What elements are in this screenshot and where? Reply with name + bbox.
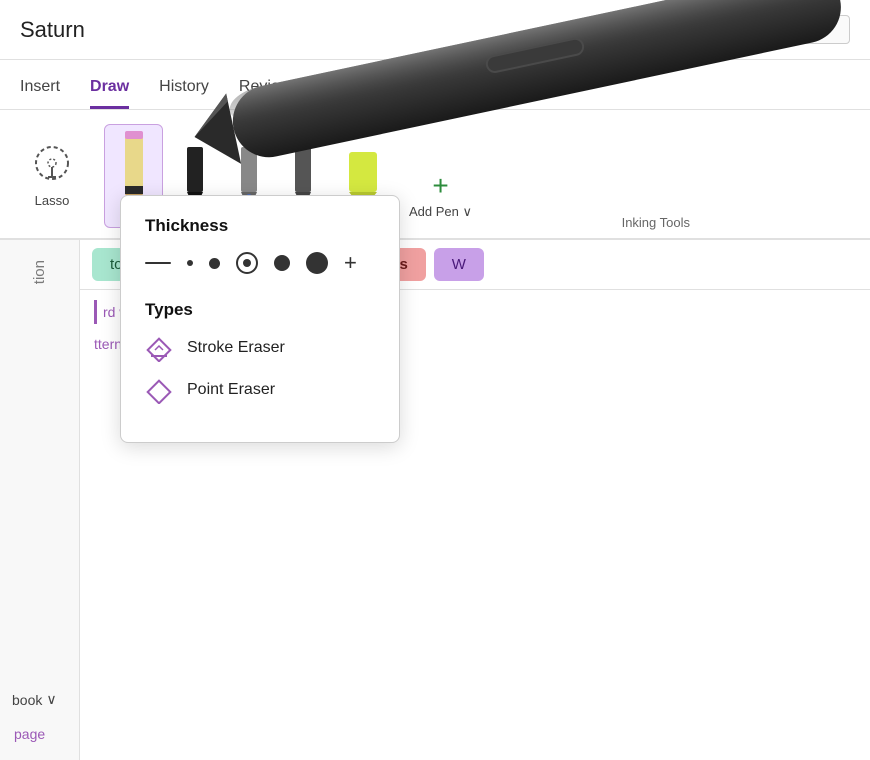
app-title: Saturn	[20, 17, 670, 43]
section-tab-w[interactable]: W	[434, 248, 484, 281]
add-pen-label: Add Pen ∨	[409, 204, 472, 220]
menu-review[interactable]: Review	[239, 78, 291, 109]
thickness-custom-button[interactable]: +	[344, 250, 357, 276]
stroke-eraser-option[interactable]: Stroke Eraser	[145, 334, 375, 362]
point-eraser-icon	[145, 376, 173, 404]
page-label[interactable]: page	[0, 718, 79, 750]
thickness-option-sm[interactable]	[187, 260, 193, 266]
inking-tools-label: Inking Tools	[622, 215, 690, 230]
sidebar-section-tion: tion	[31, 260, 48, 284]
search-label: Search	[708, 22, 752, 38]
menu-insert[interactable]: Insert	[20, 78, 60, 109]
sidebar: tion book ∨ page	[0, 240, 80, 760]
thickness-option-xl[interactable]	[306, 252, 328, 274]
menu-bar: Insert Draw History Review View Help	[0, 60, 870, 110]
thickness-section-title: Thickness	[145, 216, 375, 236]
thickness-row: +	[145, 250, 375, 276]
lasso-label: Lasso	[35, 193, 70, 208]
thickness-option-md[interactable]	[209, 258, 220, 269]
menu-help[interactable]: Help	[386, 78, 419, 109]
menu-view[interactable]: View	[321, 78, 355, 109]
thickness-popup: Thickness + Types Stroke Eraser Point	[120, 195, 400, 443]
menu-draw[interactable]: Draw	[90, 78, 129, 109]
search-icon: 🔍	[683, 21, 700, 38]
thickness-selected-inner	[243, 259, 251, 267]
search-box[interactable]: 🔍 Search	[670, 15, 850, 44]
thickness-option-lg[interactable]	[274, 255, 290, 271]
lasso-icon	[28, 141, 76, 189]
thickness-option-line[interactable]	[145, 262, 171, 264]
notebook-label[interactable]: book ∨	[0, 681, 79, 718]
add-pen-button[interactable]: + Add Pen ∨	[401, 164, 480, 228]
stroke-eraser-icon	[145, 334, 173, 362]
add-pen-plus-icon: +	[432, 172, 448, 200]
point-eraser-label: Point Eraser	[187, 381, 275, 399]
thickness-option-selected[interactable]	[236, 252, 258, 274]
point-eraser-option[interactable]: Point Eraser	[145, 376, 375, 404]
types-section-title: Types	[145, 300, 375, 320]
stroke-eraser-label: Stroke Eraser	[187, 339, 285, 357]
types-section: Types Stroke Eraser Point Eraser	[145, 300, 375, 404]
menu-history[interactable]: History	[159, 78, 209, 109]
title-bar: Saturn 🔍 Search	[0, 0, 870, 60]
lasso-tool[interactable]: Lasso	[20, 133, 84, 216]
